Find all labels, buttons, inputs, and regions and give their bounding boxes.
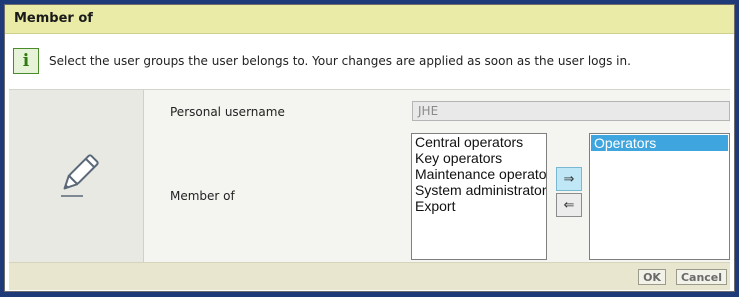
selected-groups-list[interactable]: Operators — [589, 133, 730, 260]
list-item[interactable]: Key operators — [412, 150, 546, 166]
ok-button[interactable]: OK — [638, 269, 666, 285]
pencil-icon — [61, 154, 99, 197]
username-label: Personal username — [170, 105, 285, 119]
add-to-group-button[interactable]: ⇒ — [556, 167, 582, 191]
member-of-dialog: Member of i Select the user groups the u… — [4, 4, 735, 292]
info-text: Select the user groups the user belongs … — [49, 54, 631, 68]
dialog-footer: OK Cancel — [9, 262, 730, 290]
available-groups-list[interactable]: Central operators Key operators Maintena… — [411, 133, 547, 260]
info-message: i Select the user groups the user belong… — [5, 34, 734, 88]
dialog-title: Member of — [14, 11, 93, 26]
remove-from-group-button[interactable]: ⇐ — [556, 193, 582, 217]
list-item[interactable]: Operators — [591, 135, 728, 151]
cancel-button[interactable]: Cancel — [676, 269, 727, 285]
form-area: Personal username JHE Member of Central … — [9, 89, 730, 262]
info-icon: i — [13, 48, 39, 74]
dialog-titlebar: Member of — [5, 5, 734, 34]
left-pane — [9, 90, 144, 262]
list-item[interactable]: Export — [412, 198, 546, 214]
username-field: JHE — [412, 101, 730, 121]
list-item[interactable]: Central operators — [412, 134, 546, 150]
list-item[interactable]: Maintenance operator — [412, 166, 546, 182]
list-item[interactable]: System administrator — [412, 182, 546, 198]
member-of-label: Member of — [170, 189, 235, 203]
